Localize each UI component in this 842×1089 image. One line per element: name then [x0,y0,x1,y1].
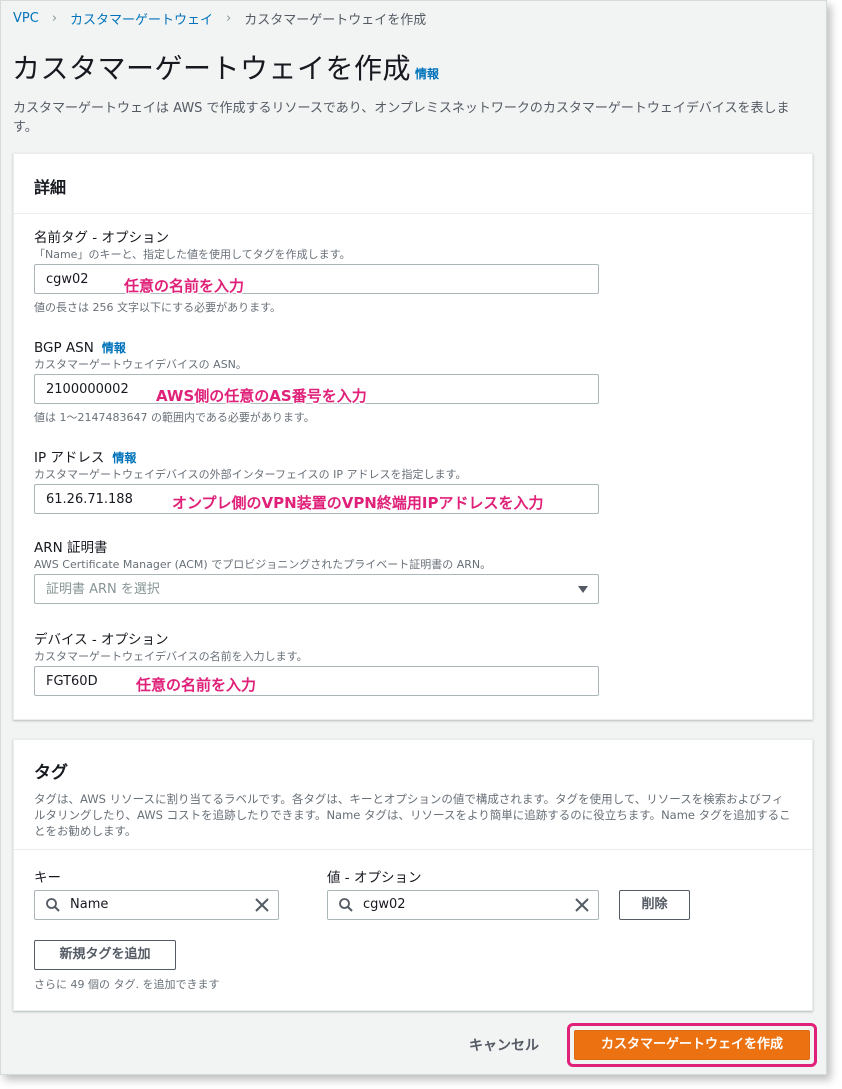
details-panel: 詳細 名前タグ - オプション 「Name」のキーと、指定した値を使用してタグを… [13,153,813,720]
bgp-asn-label-text: BGP ASN [34,340,94,356]
breadcrumb-customer-gateways-link[interactable]: カスタマーゲートウェイ [70,9,213,28]
add-tag-button[interactable]: 新規タグを追加 [34,940,176,970]
name-tag-value: cgw02 [46,272,89,287]
arn-cert-select[interactable]: 証明書 ARN を選択 [34,574,599,604]
search-icon [46,898,60,912]
bgp-asn-constraint: 値は 1〜2147483647 の範囲内である必要があります。 [34,411,315,424]
name-tag-annotation: 任意の名前を入力 [124,277,245,295]
details-title: 詳細 [34,178,67,197]
bgp-asn-info-link[interactable]: 情報 [102,341,126,355]
bgp-asn-annotation: AWS側の任意のAS番号を入力 [156,387,367,405]
breadcrumb-current: カスタマーゲートウェイを作成 [244,13,427,28]
device-annotation: 任意の名前を入力 [136,676,257,694]
name-tag-input[interactable]: cgw02 [34,264,599,294]
create-button-highlight: カスタマーゲートウェイを作成 [567,1023,817,1067]
close-icon[interactable] [253,896,271,914]
ip-address-label: IP アドレス 情報 [34,450,734,467]
bgp-asn-label: BGP ASN 情報 [34,340,734,357]
bgp-asn-description: カスタマーゲートウェイデバイスの ASN。 [34,358,247,371]
ip-address-annotation: オンプレ側のVPN装置のVPN終端用IPアドレスを入力 [172,494,544,512]
ip-address-value: 61.26.71.188 [46,492,133,507]
device-label: デバイス - オプション [34,632,169,648]
device-description: カスタマーゲートウェイデバイスの名前を入力します。 [34,650,308,663]
search-icon [339,898,353,912]
name-tag-description: 「Name」のキーと、指定した値を使用してタグを作成します。 [34,248,351,261]
caret-down-icon [578,586,588,593]
info-link[interactable]: 情報 [415,65,439,82]
tag-key-input[interactable]: Name [34,890,279,920]
tags-title: タグ [34,763,68,783]
tags-panel: タグ タグは、AWS リソースに割り当てるラベルです。各タグは、キーとオプション… [13,739,813,1011]
ip-address-label-text: IP アドレス [34,450,105,466]
tag-key-value: Name [70,897,109,912]
arn-cert-description: AWS Certificate Manager (ACM) でプロビジョニングさ… [34,558,492,571]
device-value: FGT60D [46,674,98,689]
chevron-right-icon: › [226,11,232,26]
remove-tag-button[interactable]: 削除 [619,890,690,920]
page-title: カスタマーゲートウェイを作成 [12,52,412,85]
arn-cert-label: ARN 証明書 [34,540,108,556]
chevron-right-icon: › [51,11,58,26]
tags-remaining-hint: さらに 49 個の タグ. を追加できます [34,978,220,991]
details-panel-header: 詳細 [14,154,812,214]
breadcrumb: VPC › カスタマーゲートウェイ › カスタマーゲートウェイを作成 [13,9,426,28]
name-tag-label: 名前タグ - オプション [34,230,169,246]
ip-address-info-link[interactable]: 情報 [112,451,136,465]
tag-value-label: 値 - オプション [327,870,422,886]
arn-cert-field: ARN 証明書 AWS Certificate Manager (ACM) でプ… [34,540,734,604]
ip-address-description: カスタマーゲートウェイデバイスの外部インターフェイスの IP アドレスを指定しま… [34,468,467,481]
bgp-asn-field: BGP ASN 情報 カスタマーゲートウェイデバイスの ASN。 21000000… [34,340,734,425]
name-tag-field: 名前タグ - オプション 「Name」のキーと、指定した値を使用してタグを作成し… [34,230,734,315]
cancel-button[interactable]: キャンセル [469,1035,539,1055]
tag-key-label: キー [34,870,61,886]
page-description: カスタマーゲートウェイは AWS で作成するリソースであり、オンプレミスネットワ… [13,101,790,135]
arn-cert-placeholder: 証明書 ARN を選択 [46,582,160,597]
tags-panel-header: タグ タグは、AWS リソースに割り当てるラベルです。各タグは、キーとオプション… [14,740,812,850]
tag-value-input[interactable]: cgw02 [327,890,599,920]
page-frame: VPC › カスタマーゲートウェイ › カスタマーゲートウェイを作成 カスタマー… [0,0,827,1075]
tags-description: タグは、AWS リソースに割り当てるラベルです。各タグは、キーとオプションの値で… [34,792,791,838]
device-input[interactable]: FGT60D [34,666,599,696]
breadcrumb-vpc-link[interactable]: VPC [13,11,39,26]
close-icon[interactable] [573,896,591,914]
create-customer-gateway-button[interactable]: カスタマーゲートウェイを作成 [574,1030,810,1060]
tag-value-value: cgw02 [363,897,406,912]
name-tag-constraint: 値の長さは 256 文字以下にする必要があります。 [34,301,281,314]
bgp-asn-value: 2100000002 [46,382,129,397]
